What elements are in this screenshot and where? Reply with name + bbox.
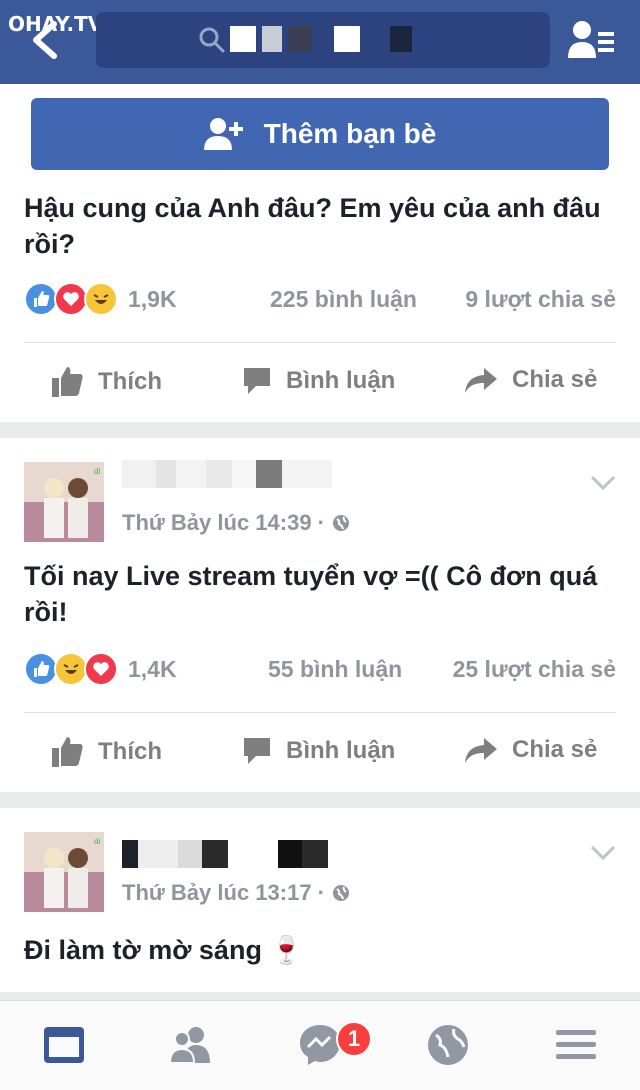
- add-friend-section: Thêm bạn bè: [0, 84, 640, 186]
- post-stats: 1,4K 55 bình luận 25 lượt chia sẻ: [24, 652, 616, 688]
- share-label: Chia sẻ: [512, 736, 598, 763]
- friends-tab-icon[interactable]: [168, 1023, 212, 1067]
- comment-label: Bình luận: [286, 737, 396, 764]
- share-count[interactable]: 25 lượt chia sẻ: [453, 656, 616, 683]
- divider: [24, 342, 616, 343]
- share-label: Chia sẻ: [512, 366, 598, 393]
- chevron-down-icon[interactable]: [590, 844, 616, 862]
- search-query-redacted: [230, 26, 412, 52]
- post-card: di Thứ Bảy lúc 14:39 · Tối nay Live stre…: [0, 438, 640, 792]
- like-label: Thích: [98, 738, 162, 765]
- search-icon: [199, 27, 225, 53]
- bottom-tab-bar: 1: [0, 1000, 640, 1090]
- share-arrow-icon: [465, 738, 497, 763]
- share-button[interactable]: Chia sẻ: [464, 736, 597, 764]
- love-reaction-icon: [54, 282, 88, 316]
- public-globe-icon: [333, 885, 350, 901]
- reaction-icons[interactable]: [24, 282, 118, 316]
- post-card: di Thứ Bảy lúc 13:17 · Đi làm tờ mờ sáng…: [0, 808, 640, 992]
- reaction-count[interactable]: 1,4K: [128, 656, 177, 683]
- comment-button[interactable]: Bình luận: [242, 366, 395, 396]
- author-name-redacted[interactable]: [122, 840, 328, 870]
- svg-text:di: di: [94, 837, 100, 846]
- messenger-tab-icon[interactable]: [298, 1023, 342, 1067]
- comment-label: Bình luận: [286, 367, 396, 394]
- divider: [24, 712, 616, 713]
- add-friend-icon: [203, 118, 243, 150]
- like-label: Thích: [98, 368, 162, 395]
- friend-requests-icon[interactable]: [566, 18, 616, 60]
- like-button[interactable]: Thích: [50, 736, 162, 768]
- thumbs-up-icon: [52, 367, 83, 397]
- menu-hamburger-icon[interactable]: [554, 1023, 598, 1067]
- top-navigation-bar: OHAY.TV: [0, 0, 640, 84]
- like-reaction-icon: [24, 652, 58, 686]
- svg-text:di: di: [94, 467, 100, 476]
- comment-icon: [244, 738, 270, 764]
- like-button[interactable]: Thích: [50, 366, 162, 398]
- messenger-notification-badge: 1: [336, 1021, 372, 1057]
- haha-reaction-icon: [84, 282, 118, 316]
- post-timestamp[interactable]: Thứ Bảy lúc 13:17 ·: [122, 880, 351, 906]
- author-avatar[interactable]: di: [24, 832, 104, 912]
- watermark: OHAY.TV: [8, 12, 104, 36]
- share-button[interactable]: Chia sẻ: [464, 366, 597, 394]
- notifications-globe-tab-icon[interactable]: [426, 1023, 470, 1067]
- chevron-down-icon[interactable]: [590, 474, 616, 492]
- author-avatar[interactable]: di: [24, 462, 104, 542]
- love-reaction-icon: [84, 652, 118, 686]
- reaction-icons[interactable]: [24, 652, 118, 686]
- reaction-count[interactable]: 1,9K: [128, 286, 177, 313]
- public-globe-icon: [333, 515, 350, 531]
- comment-button[interactable]: Bình luận: [242, 736, 395, 766]
- share-count[interactable]: 9 lượt chia sẻ: [465, 286, 616, 313]
- like-reaction-icon: [24, 282, 58, 316]
- timestamp-text: Thứ Bảy lúc 13:17 ·: [122, 880, 325, 905]
- timestamp-text: Thứ Bảy lúc 14:39 ·: [122, 510, 325, 535]
- comment-icon: [244, 368, 270, 394]
- comment-count[interactable]: 225 bình luận: [270, 286, 417, 313]
- add-friend-label: Thêm bạn bè: [263, 118, 437, 149]
- add-friend-button[interactable]: Thêm bạn bè: [31, 98, 609, 170]
- post-text: Hậu cung của Anh đâu? Em yêu của anh đâu…: [24, 193, 601, 259]
- news-feed-tab-icon[interactable]: [42, 1023, 86, 1067]
- post-text: Tối nay Live stream tuyển vợ =(( Cô đơn …: [24, 561, 598, 627]
- haha-reaction-icon: [54, 652, 88, 686]
- post-stats: 1,9K 225 bình luận 9 lượt chia sẻ: [24, 282, 616, 318]
- share-arrow-icon: [465, 368, 497, 393]
- comment-count[interactable]: 55 bình luận: [268, 656, 402, 683]
- author-name-redacted[interactable]: [122, 460, 332, 490]
- search-bar[interactable]: [96, 12, 550, 68]
- post-card: Hậu cung của Anh đâu? Em yêu của anh đâu…: [0, 186, 640, 422]
- post-text: Đi làm tờ mờ sáng 🍷: [24, 935, 304, 965]
- post-timestamp[interactable]: Thứ Bảy lúc 14:39 ·: [122, 510, 351, 536]
- thumbs-up-icon: [52, 737, 83, 767]
